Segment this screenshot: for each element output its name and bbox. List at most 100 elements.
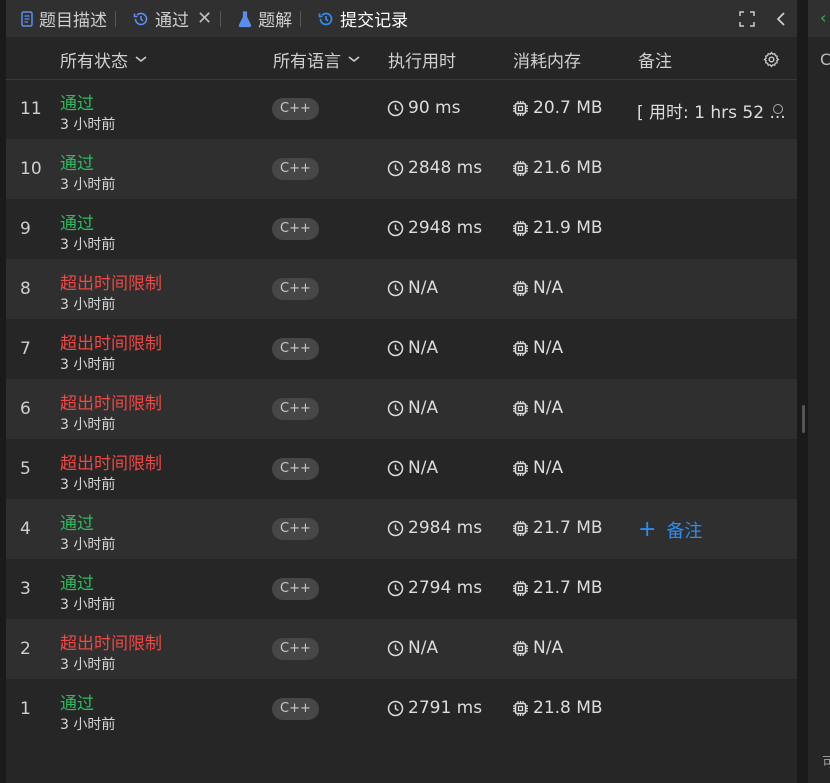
status-filter[interactable]: 所有状态	[60, 47, 148, 72]
clock-icon	[387, 220, 404, 236]
submit-time: 3 小时前	[60, 417, 116, 433]
memory-chip-icon	[513, 220, 528, 236]
memory-cell: 21.6 MB	[512, 158, 603, 178]
memory-cell: N/A	[512, 278, 563, 298]
status-link[interactable]: 通过	[60, 569, 94, 594]
tab-description-label: 题目描述	[39, 11, 107, 31]
status-link[interactable]: 通过	[60, 209, 94, 234]
submissions-panel: 题目描述 通过 ✕ 题解 提交记录 所有状态 所有语言 执行用时 消耗内存 备注…	[6, 0, 797, 783]
submit-time: 3 小时前	[60, 477, 116, 493]
memory-chip-icon	[513, 520, 528, 536]
fullscreen-icon[interactable]	[739, 10, 755, 27]
status-link[interactable]: 通过	[60, 509, 94, 534]
table-row[interactable]: 6 超出时间限制 3 小时前 C++ N/A N/A	[6, 379, 797, 439]
memory-cell: N/A	[512, 338, 563, 358]
submit-time: 3 小时前	[60, 537, 116, 553]
table-row[interactable]: 3 通过 3 小时前 C++ 2794 ms 21.7 MB	[6, 559, 797, 619]
table-row[interactable]: 10 通过 3 小时前 C++ 2848 ms 21.6 MB	[6, 139, 797, 199]
tab-solutions-label: 题解	[258, 11, 293, 31]
submit-time: 3 小时前	[60, 177, 116, 193]
row-index: 8	[20, 279, 31, 299]
memory-value: 21.8 MB	[533, 698, 603, 718]
table-row[interactable]: 4 通过 3 小时前 C++ 2984 ms 21.7 MB + 备注	[6, 499, 797, 559]
add-note-label: 备注	[666, 521, 703, 542]
close-icon[interactable]: ✕	[197, 8, 212, 29]
table-row[interactable]: 5 超出时间限制 3 小时前 C++ N/A N/A	[6, 439, 797, 499]
runtime-value: 2791 ms	[408, 698, 483, 718]
runtime-cell: N/A	[387, 338, 438, 358]
chevron-down-icon	[135, 56, 147, 63]
memory-value: 21.7 MB	[533, 578, 603, 598]
language-badge: C++	[272, 578, 319, 600]
table-row[interactable]: 8 超出时间限制 3 小时前 C++ N/A N/A	[6, 259, 797, 319]
clock-icon	[387, 100, 404, 116]
runtime-cell: N/A	[387, 638, 438, 658]
note-text[interactable]: [ 用时: 1 hrs 52 ...	[637, 98, 786, 123]
tab-description[interactable]: 题目描述	[6, 0, 113, 37]
runtime-value: 2948 ms	[408, 218, 483, 238]
runtime-value: N/A	[408, 338, 439, 358]
resize-handle[interactable]	[802, 405, 805, 433]
right-panel-header: ‹	[808, 0, 830, 37]
clock-icon	[387, 520, 404, 536]
runtime-value: 2794 ms	[408, 578, 483, 598]
language-badge: C++	[272, 158, 319, 180]
language-filter[interactable]: 所有语言	[273, 47, 361, 72]
clock-icon	[387, 460, 404, 476]
memory-chip-icon	[513, 460, 528, 476]
clock-icon	[387, 400, 404, 416]
memory-chip-icon	[513, 640, 528, 656]
note-status-dot	[773, 104, 783, 114]
status-link[interactable]: 通过	[60, 149, 94, 174]
memory-chip-icon	[513, 100, 528, 116]
chevron-left-icon[interactable]	[775, 11, 787, 27]
gear-icon[interactable]	[763, 51, 780, 68]
language-filter-label: 所有语言	[273, 51, 341, 72]
document-icon	[21, 10, 33, 27]
language-badge: C++	[272, 338, 319, 360]
clock-icon	[387, 580, 404, 596]
memory-chip-icon	[513, 580, 528, 596]
right-panel-text: C	[820, 50, 830, 69]
tab-separator	[220, 10, 222, 27]
status-link[interactable]: 超出时间限制	[60, 449, 162, 474]
chevron-left-icon: ‹	[820, 8, 827, 27]
language-badge: C++	[272, 218, 319, 240]
row-index: 2	[20, 639, 31, 659]
tab-solutions[interactable]: 题解	[223, 0, 298, 37]
row-index: 5	[20, 459, 31, 479]
language-badge: C++	[272, 98, 319, 120]
memory-value: N/A	[533, 458, 564, 478]
table-row[interactable]: 11 通过 3 小时前 C++ 90 ms 20.7 MB [ 用时: 1 hrs 52 .…	[6, 79, 797, 139]
table-row[interactable]: 7 超出时间限制 3 小时前 C++ N/A N/A	[6, 319, 797, 379]
clock-icon	[387, 160, 404, 176]
submission-list: 11 通过 3 小时前 C++ 90 ms 20.7 MB [ 用时: 1 hrs 52 .…	[6, 79, 797, 739]
language-badge: C++	[272, 518, 319, 540]
submit-time: 3 小时前	[60, 657, 116, 673]
memory-cell: 21.7 MB	[512, 518, 603, 538]
memory-cell: 21.7 MB	[512, 578, 603, 598]
memory-value: N/A	[533, 398, 564, 418]
status-link[interactable]: 通过	[60, 89, 94, 114]
row-index: 10	[20, 159, 42, 179]
table-row[interactable]: 2 超出时间限制 3 小时前 C++ N/A N/A	[6, 619, 797, 679]
tab-separator	[115, 10, 116, 27]
runtime-value: 2984 ms	[408, 518, 483, 538]
add-note-button[interactable]: + 备注	[638, 517, 702, 543]
tab-accepted[interactable]: 通过 ✕	[118, 0, 218, 37]
table-row[interactable]: 9 通过 3 小时前 C++ 2948 ms 21.9 MB	[6, 199, 797, 259]
status-link[interactable]: 超出时间限制	[60, 389, 162, 414]
language-badge: C++	[272, 458, 319, 480]
table-header: 所有状态 所有语言 执行用时 消耗内存 备注	[6, 39, 797, 80]
memory-cell: 20.7 MB	[512, 98, 603, 118]
status-link[interactable]: 超出时间限制	[60, 329, 162, 354]
submit-time: 3 小时前	[60, 117, 116, 133]
memory-cell: 21.9 MB	[512, 218, 603, 238]
status-link[interactable]: 超出时间限制	[60, 269, 162, 294]
status-link[interactable]: 通过	[60, 689, 94, 714]
runtime-value: N/A	[408, 398, 439, 418]
tab-submissions[interactable]: 提交记录	[303, 0, 414, 37]
panel-divider[interactable]	[800, 0, 808, 783]
table-row[interactable]: 1 通过 3 小时前 C++ 2791 ms 21.8 MB	[6, 679, 797, 739]
status-link[interactable]: 超出时间限制	[60, 629, 162, 654]
